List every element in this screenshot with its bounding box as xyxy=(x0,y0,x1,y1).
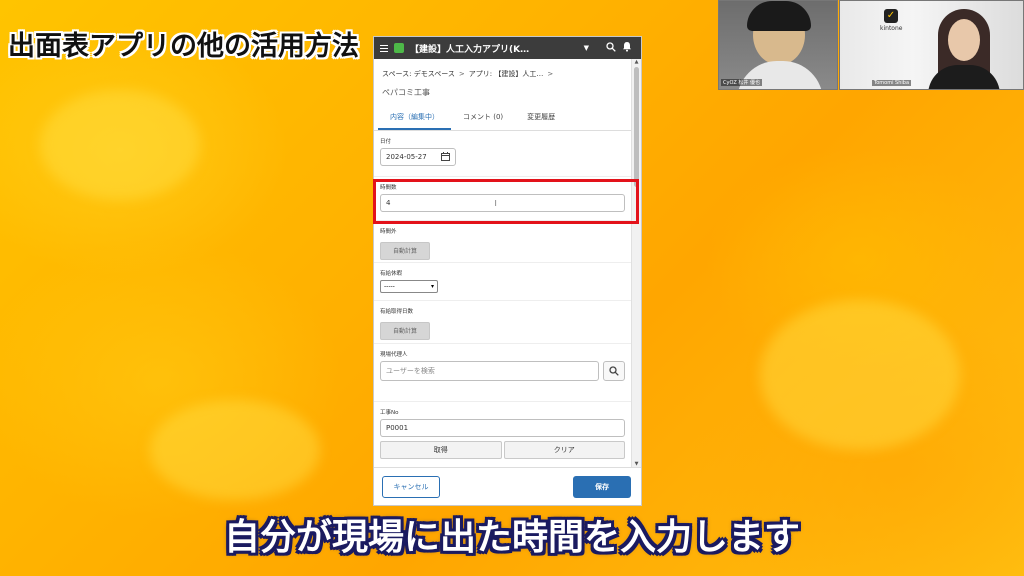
chevron-down-icon: ▾ xyxy=(430,283,434,290)
field-construction-no: 工事No P0001 取得 クリア xyxy=(374,402,631,467)
field-label: 有給休暇 xyxy=(380,271,403,277)
field-date: 日付 2024-05-27 xyxy=(374,131,631,177)
cancel-button[interactable]: キャンセル xyxy=(382,475,440,498)
paid-leave-select[interactable]: ----- ▾ xyxy=(380,280,438,293)
record-title: ペパコミ工事 xyxy=(382,88,430,97)
date-value: 2024-05-27 xyxy=(386,153,427,161)
field-label: 日付 xyxy=(380,139,392,145)
breadcrumb-space-link[interactable]: スペース: デモスペース xyxy=(382,70,455,78)
construction-no-input[interactable]: P0001 xyxy=(380,419,625,437)
background-splat xyxy=(150,400,320,500)
scroll-thumb[interactable] xyxy=(634,67,639,187)
tab-content[interactable]: 内容（編集中） xyxy=(378,106,451,130)
search-icon xyxy=(609,366,619,376)
search-icon[interactable] xyxy=(603,41,619,55)
user-search-input[interactable]: ユーザーを検索 xyxy=(380,361,599,381)
calendar-icon[interactable] xyxy=(441,151,450,163)
field-label: 有給取得日数 xyxy=(380,309,414,315)
kintone-logo-icon: ✓ xyxy=(884,9,898,23)
video-participant-1: CyOZ 松井 優也 xyxy=(718,0,838,90)
tab-history[interactable]: 変更履歴 xyxy=(515,106,567,130)
app-header: 【建設】人工入力アプリ(K… ▼ xyxy=(374,37,641,59)
breadcrumb: スペース: デモスペース > アプリ: 【建設】人工… > xyxy=(374,59,631,83)
scrollbar[interactable]: ▲ ▼ xyxy=(631,59,641,467)
field-hours: 時間数 4 I xyxy=(374,177,631,221)
select-value: ----- xyxy=(384,283,395,290)
participant-face xyxy=(948,19,980,61)
background-splat xyxy=(40,90,200,200)
field-label: 現場代理人 xyxy=(380,352,408,358)
mobile-app-frame: 【建設】人工入力アプリ(K… ▼ スペース: デモスペース > アプリ: 【建設】人… xyxy=(374,37,641,505)
field-label: 時間数 xyxy=(380,185,397,191)
participant-2-name: Tomomi Shiba xyxy=(872,80,912,86)
field-paid-leave-days: 有給取得日数 自動計算 xyxy=(374,301,631,344)
hours-value: 4 xyxy=(386,199,391,207)
video-participant-2: ✓ kintone Tomomi Shiba xyxy=(839,0,1024,90)
text-cursor-icon: I xyxy=(494,198,497,208)
tab-comments[interactable]: コメント (0) xyxy=(451,106,515,130)
field-paid-leave: 有給休暇 ----- ▾ xyxy=(374,263,631,301)
field-label: 工事No xyxy=(380,410,399,416)
auto-calc-button: 自動計算 xyxy=(380,242,430,260)
form-footer: キャンセル 保存 xyxy=(374,467,641,505)
kintone-logo: ✓ kintone xyxy=(880,9,903,32)
chevron-right-icon: > xyxy=(458,70,465,78)
clear-button[interactable]: クリア xyxy=(503,441,625,459)
chevron-right-icon: > xyxy=(547,70,554,78)
chevron-down-icon[interactable]: ▼ xyxy=(584,44,589,52)
menu-icon[interactable] xyxy=(380,44,388,52)
fetch-button[interactable]: 取得 xyxy=(380,441,502,459)
field-overtime: 時間外 自動計算 xyxy=(374,221,631,263)
breadcrumb-app-link[interactable]: アプリ: 【建設】人工… xyxy=(469,70,544,78)
background-splat xyxy=(760,300,960,450)
overlay-title: 出面表アプリの他の活用方法 xyxy=(8,31,359,62)
auto-calc-button: 自動計算 xyxy=(380,322,430,340)
participant-1-name: CyOZ 松井 優也 xyxy=(721,79,762,86)
save-button[interactable]: 保存 xyxy=(573,475,631,498)
bell-icon[interactable] xyxy=(619,41,635,55)
record-form: スペース: デモスペース > アプリ: 【建設】人工… > ペパコミ工事 内容（編集中… xyxy=(374,59,631,467)
app-title[interactable]: 【建設】人工入力アプリ(K… xyxy=(410,42,584,55)
participant-hair xyxy=(747,1,811,31)
scroll-up-icon[interactable]: ▲ xyxy=(632,59,641,65)
subtitle-caption: 自分が現場に出た時間を入力します xyxy=(223,517,800,558)
user-search-button[interactable] xyxy=(603,361,625,381)
field-site-agent: 現場代理人 ユーザーを検索 xyxy=(374,344,631,402)
hours-input[interactable]: 4 I xyxy=(380,194,625,212)
record-tabs: 内容（編集中） コメント (0) 変更履歴 xyxy=(374,106,631,131)
app-icon xyxy=(394,43,404,53)
date-input[interactable]: 2024-05-27 xyxy=(380,148,456,166)
field-label: 時間外 xyxy=(380,229,397,235)
